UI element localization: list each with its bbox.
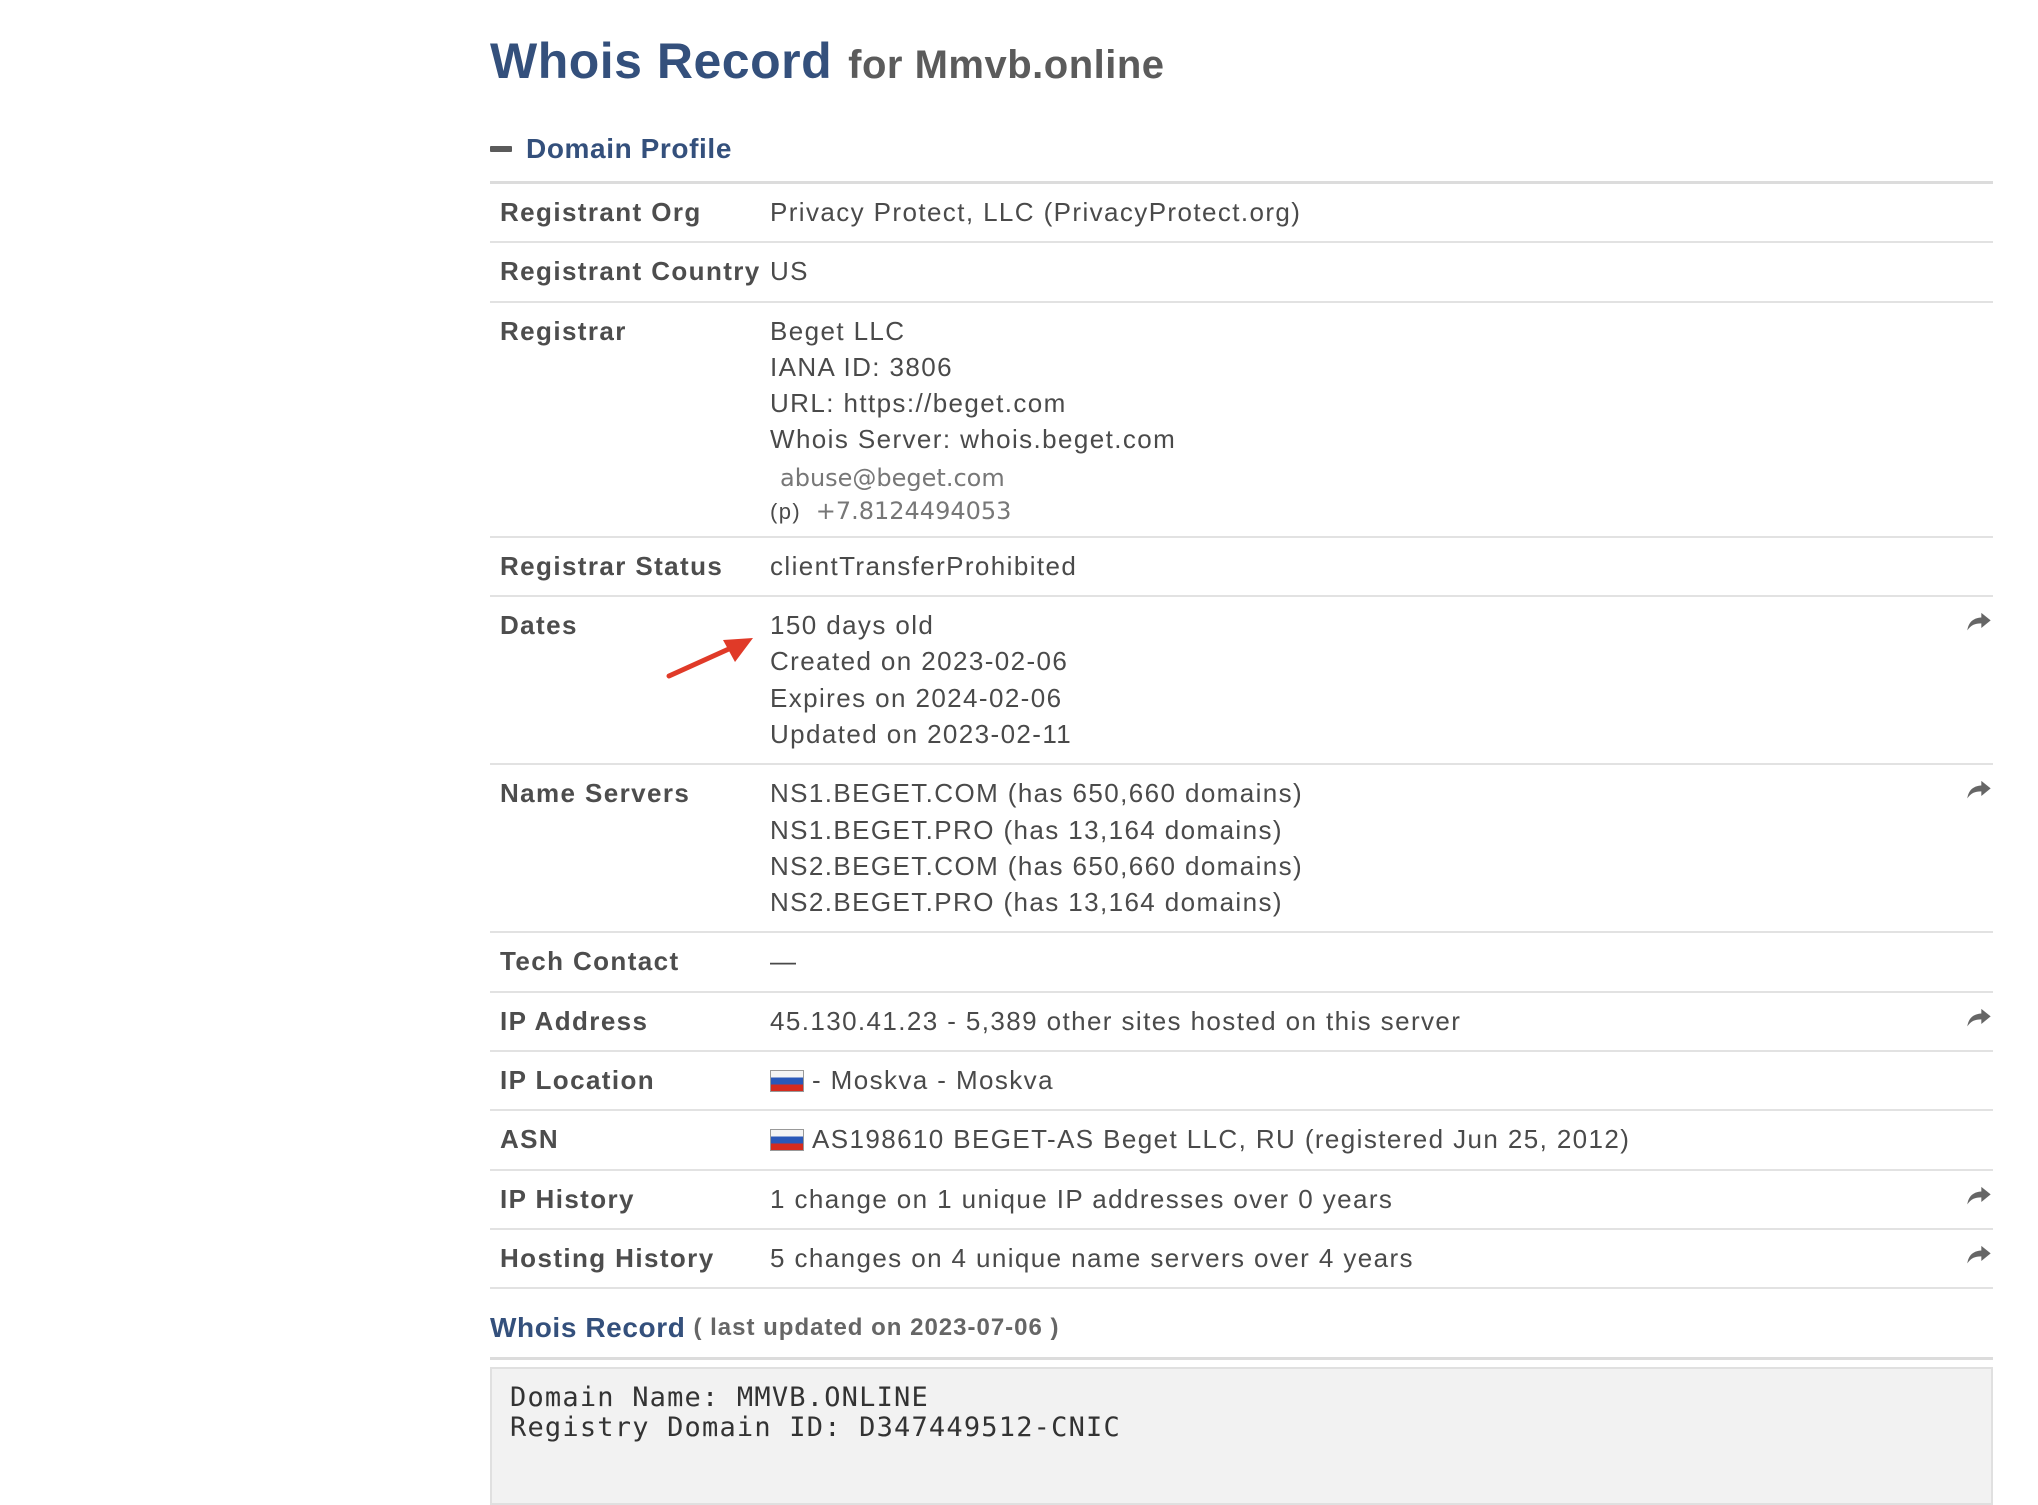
share-arrow-icon[interactable] (1965, 1181, 1993, 1209)
row-registrant-country: Registrant Country US (490, 242, 1993, 303)
page-title-main: Whois Record (490, 33, 833, 89)
ip-location-text: - Moskva - Moskva (812, 1065, 1054, 1096)
ip-address-label: IP Address (500, 1005, 649, 1036)
ip-location-value: - Moskva - Moskva (770, 1052, 1993, 1109)
registrar-status-value: clientTransferProhibited (770, 550, 1078, 581)
share-arrow-icon[interactable] (1965, 1003, 1993, 1031)
registrar-name: Beget LLC (770, 315, 906, 346)
name-server-item: NS1.BEGET.PRO (has 13,164 domains) (770, 814, 1283, 845)
domain-profile-header[interactable]: Domain Profile (490, 125, 1993, 184)
share-arrow-icon[interactable] (1965, 775, 1993, 803)
row-hosting-history: Hosting History 5 changes on 4 unique na… (490, 1228, 1993, 1290)
minus-icon[interactable] (490, 146, 512, 152)
row-dates: Dates 150 days old Created on 2023-02-06… (490, 596, 1993, 766)
ip-location-label: IP Location (500, 1065, 656, 1096)
whois-record-header: Whois Record ( last updated on 2023-07-0… (490, 1303, 1993, 1361)
share-arrow-icon[interactable] (1965, 1240, 1993, 1268)
asn-label: ASN (500, 1124, 560, 1155)
hosting-history-label: Hosting History (500, 1242, 715, 1273)
registrar-value: Beget LLC IANA ID: 3806 URL: https://beg… (770, 303, 1993, 536)
registrar-iana-id: IANA ID: 3806 (770, 351, 953, 382)
registrar-whois-server: Whois Server: whois.beget.com (770, 424, 1177, 455)
updated-date: Updated on 2023-02-11 (770, 718, 1073, 749)
expires-date: Expires on 2024-02-06 (770, 682, 1063, 713)
name-server-item: NS2.BEGET.COM (has 650,660 domains) (770, 850, 1304, 881)
row-ip-address: IP Address 45.130.41.23 - 5,389 other si… (490, 991, 1993, 1053)
row-registrar-status: Registrar Status clientTransferProhibite… (490, 536, 1993, 598)
row-ip-location: IP Location - Moskva - Moskva (490, 1051, 1993, 1112)
registrar-label: Registrar (500, 315, 627, 346)
row-registrant-org: Registrant Org Privacy Protect, LLC (Pri… (490, 184, 1993, 244)
ip-history-label: IP History (500, 1183, 635, 1214)
raw-whois-line: Registry Domain ID: D347449512-CNIC (510, 1412, 1121, 1444)
row-registrar: Registrar Beget LLC IANA ID: 3806 URL: h… (490, 301, 1993, 538)
asn-text: AS198610 BEGET-AS Beget LLC, RU (registe… (812, 1124, 1631, 1155)
row-ip-history: IP History 1 change on 1 unique IP addre… (490, 1169, 1993, 1230)
registrar-url: URL: https://beget.com (770, 388, 1067, 419)
registrant-country-label: Registrant Country (500, 256, 761, 287)
page-title-domain: for Mmvb.online (848, 43, 1165, 87)
name-server-item: NS2.BEGET.PRO (has 13,164 domains) (770, 887, 1283, 918)
row-tech-contact: Tech Contact — (490, 932, 1993, 993)
ip-address-value: 45.130.41.23 - 5,389 other sites hosted … (770, 1005, 1462, 1036)
raw-whois-line: Domain Name: MMVB.ONLINE (510, 1382, 929, 1414)
ip-history-value: 1 change on 1 unique IP addresses over 0… (770, 1183, 1394, 1214)
whois-record-updated-note: ( last updated on 2023-07-06 ) (693, 1314, 1060, 1342)
registrar-phone-image: +7.8124494053 (815, 496, 1012, 525)
whois-page: Whois Record for Mmvb.online Domain Prof… (490, 0, 1993, 1505)
dates-label: Dates (500, 610, 578, 641)
created-date: Created on 2023-02-06 (770, 646, 1069, 677)
registrant-country-value: US (770, 256, 809, 287)
registrant-org-value: Privacy Protect, LLC (PrivacyProtect.org… (770, 197, 1302, 227)
registrar-email-image: abuse@beget.com (780, 463, 1005, 492)
tech-contact-value: — (770, 946, 798, 977)
registrant-org-label: Registrant Org (500, 197, 702, 227)
domain-profile-toggle[interactable]: Domain Profile (526, 133, 732, 165)
whois-record-title[interactable]: Whois Record (490, 1312, 685, 1344)
name-servers-label: Name Servers (500, 778, 691, 809)
registrar-status-label: Registrar Status (500, 550, 724, 581)
russia-flag-icon (770, 1129, 804, 1152)
row-name-servers: Name Servers NS1.BEGET.COM (has 650,660 … (490, 764, 1993, 934)
dates-value: 150 days old Created on 2023-02-06 Expir… (770, 597, 1993, 763)
hosting-history-value: 5 changes on 4 unique name servers over … (770, 1242, 1414, 1273)
raw-whois-text: Domain Name: MMVB.ONLINE Registry Domain … (490, 1367, 1993, 1505)
asn-value: AS198610 BEGET-AS Beget LLC, RU (registe… (770, 1111, 1993, 1168)
tech-contact-label: Tech Contact (500, 946, 680, 977)
page-title: Whois Record for Mmvb.online (490, 0, 1993, 92)
name-servers-value: NS1.BEGET.COM (has 650,660 domains) NS1.… (770, 765, 1993, 931)
share-arrow-icon[interactable] (1965, 607, 1993, 635)
domain-profile-table: Registrant Org Privacy Protect, LLC (Pri… (490, 184, 1993, 1290)
phone-prefix: (p) (770, 498, 802, 524)
row-asn: ASN AS198610 BEGET-AS Beget LLC, RU (reg… (490, 1110, 1993, 1171)
russia-flag-icon (770, 1070, 804, 1093)
name-server-item: NS1.BEGET.COM (has 650,660 domains) (770, 778, 1304, 809)
domain-age: 150 days old (770, 610, 935, 641)
